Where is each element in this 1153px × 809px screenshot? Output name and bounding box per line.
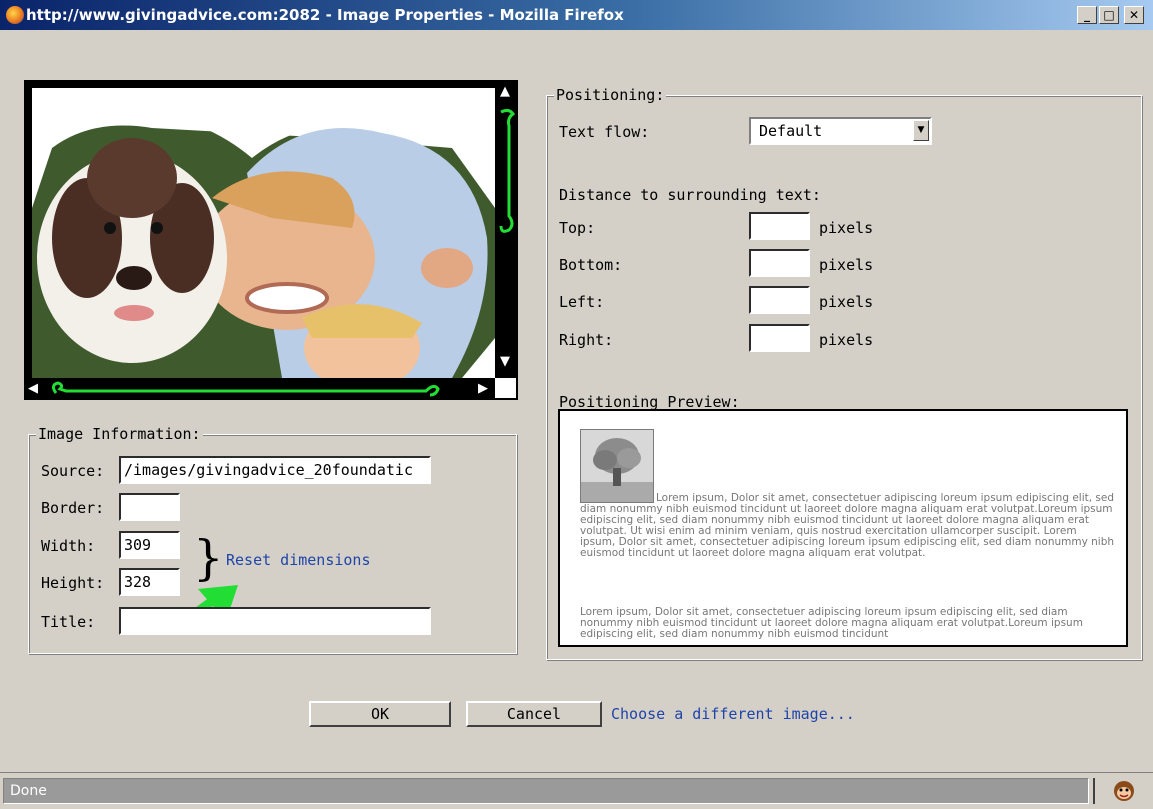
title-bar[interactable]: http://www.givingadvice.com:2082 - Image… [0,0,1153,30]
image-information-legend: Image Information: [36,425,203,443]
status-icon-cell [1093,778,1149,804]
preview-text-paragraph: Lorem ipsum, Dolor sit amet, consectetue… [580,606,1083,640]
height-label: Height: [41,574,105,592]
text-flow-select[interactable]: Default ▼ [749,117,932,145]
scroll-down-arrow-icon[interactable]: ▼ [500,354,510,369]
photo-canvas [32,88,495,378]
left-unit: pixels [819,293,874,311]
minimize-button[interactable]: _ [1077,6,1097,24]
dimensions-brace: } [193,530,224,586]
reset-dimensions-link[interactable]: Reset dimensions [226,551,371,569]
image-preview: ▲ ▼ ◀ ▶ [24,80,518,400]
scroll-left-arrow-icon[interactable]: ◀ [28,381,38,396]
top-distance-input[interactable] [749,212,810,240]
right-distance-input[interactable] [749,324,810,352]
status-text: Done [3,778,1089,804]
right-label: Right: [559,331,614,349]
monkey-icon[interactable] [1113,780,1135,802]
text-flow-label: Text flow: [559,123,650,141]
width-input[interactable] [119,531,180,559]
title-label: Title: [41,613,96,631]
maximize-button[interactable]: □ [1099,6,1119,24]
positioning-preview: Lorem ipsum, Dolor sit amet, consectetue… [558,409,1128,647]
preview-text-paragraph: Lorem ipsum, Dolor sit amet, consectetue… [580,492,1115,559]
firefox-icon [6,6,24,24]
text-flow-value: Default [759,122,823,140]
width-label: Width: [41,537,96,555]
right-unit: pixels [819,331,874,349]
bottom-distance-input[interactable] [749,249,810,277]
distance-heading: Distance to surrounding text: [559,186,821,204]
status-bar: Done [0,772,1153,809]
scroll-up-arrow-icon[interactable]: ▲ [500,84,510,99]
horizontal-scroll-thumb[interactable] [46,379,441,399]
top-label: Top: [559,219,596,237]
scroll-right-arrow-icon[interactable]: ▶ [478,381,488,396]
title-input[interactable] [119,607,431,635]
left-distance-input[interactable] [749,286,810,314]
cancel-button[interactable]: Cancel [466,701,602,727]
positioning-legend: Positioning: [554,86,667,104]
border-label: Border: [41,499,105,517]
choose-different-image-link[interactable]: Choose a different image... [611,705,855,723]
left-label: Left: [559,293,605,311]
border-input[interactable] [119,493,180,521]
ok-button[interactable]: OK [309,701,451,727]
top-unit: pixels [819,219,874,237]
family-photo [32,88,495,378]
source-label: Source: [41,462,105,480]
source-input[interactable] [119,456,431,484]
horizontal-scrollbar[interactable]: ◀ ▶ [24,378,518,400]
bottom-label: Bottom: [559,256,623,274]
vertical-scroll-thumb[interactable] [497,106,517,236]
vertical-scrollbar[interactable]: ▲ ▼ [495,80,518,378]
tree-thumbnail-icon [580,429,654,503]
window-title: http://www.givingadvice.com:2082 - Image… [26,6,624,24]
close-button[interactable]: ✕ [1124,6,1144,24]
chevron-down-icon[interactable]: ▼ [913,120,929,141]
scroll-corner [495,378,516,398]
bottom-unit: pixels [819,256,874,274]
